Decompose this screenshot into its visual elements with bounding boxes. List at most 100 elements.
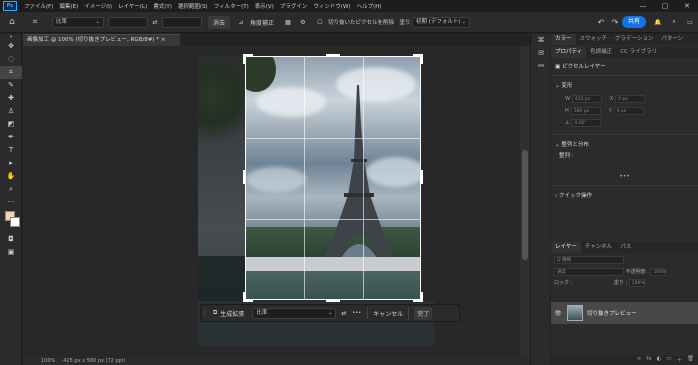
zoom-tool-icon[interactable]: ⌕ xyxy=(0,183,22,196)
tab-paths[interactable]: パス xyxy=(616,242,635,253)
crop-handle-right[interactable] xyxy=(420,170,423,184)
visibility-eye-icon[interactable]: 👁 xyxy=(551,310,565,317)
search-icon[interactable]: ⌕ xyxy=(666,16,682,29)
tab-color[interactable]: カラー xyxy=(551,34,576,45)
crop-handle-bottom[interactable] xyxy=(326,299,340,302)
blend-mode-select[interactable]: 通常 xyxy=(554,268,624,276)
document-tab[interactable]: 画像加工 @ 100% (切り抜きプレビュー, RGB/8#) * × xyxy=(23,34,180,46)
tab-swatches[interactable]: スウォッチ xyxy=(576,34,612,45)
crop-handle-top-left-v[interactable] xyxy=(243,54,246,64)
link-icon[interactable]: ∞ xyxy=(637,356,642,365)
width-field[interactable]: 425 px xyxy=(571,95,602,103)
share-button[interactable]: 共有 xyxy=(621,16,646,28)
menu-type[interactable]: 書式(Y) xyxy=(150,2,175,10)
quick-mask-icon[interactable]: ◘ xyxy=(0,233,22,246)
menu-plugins[interactable]: プラグイン xyxy=(277,2,311,10)
move-tool-icon[interactable]: ✥ xyxy=(0,40,22,53)
fill-field[interactable]: 100% xyxy=(628,279,645,287)
hand-tool-icon[interactable]: ✋ xyxy=(0,170,22,183)
straighten-button[interactable]: 角度補正 xyxy=(248,16,276,29)
straighten-icon[interactable]: ⊿ xyxy=(234,16,248,29)
vertical-scrollbar[interactable] xyxy=(520,46,530,357)
comments-icon[interactable]: ✉ xyxy=(531,47,551,60)
tab-adjustments[interactable]: 色調補正 xyxy=(586,47,616,58)
clear-button[interactable]: 消去 xyxy=(208,15,230,29)
align-more-button[interactable]: ••• xyxy=(551,173,698,180)
swap-icon[interactable]: ⇄ xyxy=(341,310,346,317)
more-options-button[interactable]: ••• xyxy=(352,310,361,316)
crop-preview-image[interactable] xyxy=(245,56,421,300)
menu-edit[interactable]: 編集(E) xyxy=(56,2,81,10)
crop-handle-top[interactable] xyxy=(326,54,340,57)
crop-handle-left[interactable] xyxy=(243,170,246,184)
menu-window[interactable]: ウィンドウ(W) xyxy=(310,2,353,10)
align-heading[interactable]: ⌄ 整列と分布 xyxy=(551,140,698,148)
lasso-tool-icon[interactable]: ◌ xyxy=(0,53,22,66)
width-input[interactable] xyxy=(108,16,148,28)
height-field[interactable]: 580 px xyxy=(570,107,601,115)
crop-handle-bottom-right-v[interactable] xyxy=(420,292,423,302)
crop-handle-top-right-v[interactable] xyxy=(420,54,423,64)
transform-heading[interactable]: ⌄ 変形 xyxy=(551,81,698,89)
screen-mode-icon[interactable]: ▣ xyxy=(0,246,22,259)
brush-settings-icon[interactable]: ⚯ xyxy=(531,60,551,73)
quick-select-icon[interactable]: ✎ xyxy=(0,79,22,92)
menu-image[interactable]: イメージ(I) xyxy=(81,2,115,10)
commit-crop-button[interactable]: 完了 xyxy=(414,306,433,320)
new-layer-icon[interactable]: ＋ xyxy=(677,356,683,365)
ctx-ratio-select[interactable]: 比率 ⌄ xyxy=(252,307,337,319)
bell-icon[interactable]: 🔔 xyxy=(650,16,666,29)
layer-name[interactable]: 切り抜きプレビュー xyxy=(587,309,637,317)
opacity-field[interactable]: 100% xyxy=(650,268,667,276)
pen-tool-icon[interactable]: ✒ xyxy=(0,131,22,144)
layer-kind-filter[interactable]: Q 種類 xyxy=(554,256,624,264)
tab-patterns[interactable]: パターン xyxy=(657,34,687,45)
fill-select[interactable]: 初期 (デフォルト) ⌄ xyxy=(412,16,470,28)
menu-file[interactable]: ファイル(F) xyxy=(21,2,56,10)
y-field[interactable]: 0 px xyxy=(613,107,644,115)
cancel-crop-button[interactable]: キャンセル xyxy=(373,309,403,318)
group-icon[interactable]: ▭ xyxy=(666,356,671,365)
mask-icon[interactable]: ◐ xyxy=(656,356,661,365)
tab-libraries[interactable]: CC ライブラリ xyxy=(616,47,661,58)
crop-tool-icon[interactable]: ⌗ xyxy=(0,66,22,79)
home-icon[interactable]: ⌂ xyxy=(0,16,24,29)
settings-gear-icon[interactable]: ⚙ xyxy=(296,16,310,29)
background-color[interactable] xyxy=(10,217,20,227)
grip-icon[interactable]: ⋮ xyxy=(201,310,209,317)
color-swatches[interactable] xyxy=(0,209,21,233)
eraser-tool-icon[interactable]: ◩ xyxy=(0,118,22,131)
redo-icon[interactable]: ↷ xyxy=(608,16,622,29)
tab-channels[interactable]: チャンネル xyxy=(581,242,616,253)
swap-icon[interactable]: ⇄ xyxy=(148,16,162,29)
delete-cropped-checkbox[interactable]: ☐ xyxy=(316,16,324,29)
fx-icon[interactable]: fx xyxy=(646,356,651,365)
tab-gradients[interactable]: グラデーション xyxy=(611,34,657,45)
trash-icon[interactable]: 🗑 xyxy=(687,356,694,365)
tab-properties[interactable]: プロパティ xyxy=(551,47,587,58)
x-field[interactable]: 0 px xyxy=(615,95,646,103)
menu-layer[interactable]: レイヤー(L) xyxy=(115,2,150,10)
path-select-icon[interactable]: ▸ xyxy=(0,157,22,170)
overlay-grid-icon[interactable]: ▦ xyxy=(280,16,296,29)
scroll-thumb[interactable] xyxy=(522,150,528,260)
tab-layers[interactable]: レイヤー xyxy=(551,242,581,253)
layer-row[interactable]: 👁 切り抜きプレビュー xyxy=(551,302,698,324)
angle-field[interactable]: 0.00° xyxy=(571,119,602,127)
history-icon[interactable]: ⌘ xyxy=(531,34,551,47)
stamp-tool-icon[interactable]: ♙ xyxy=(0,105,22,118)
workspace-icon[interactable]: ▭ xyxy=(682,16,698,29)
menu-filter[interactable]: フィルター(T) xyxy=(211,2,252,10)
generative-fill-button[interactable]: 生成拡張 xyxy=(220,309,244,318)
menu-select[interactable]: 選択範囲(S) xyxy=(175,2,211,10)
maximize-button[interactable]: ▢ xyxy=(654,0,676,12)
type-tool-icon[interactable]: T xyxy=(0,144,22,157)
close-window-button[interactable]: ✕ xyxy=(676,0,698,12)
healing-brush-icon[interactable]: ✚ xyxy=(0,92,22,105)
crop-handle-bottom-left-v[interactable] xyxy=(243,292,246,302)
quick-actions-heading[interactable]: › クイック操作 xyxy=(551,191,698,199)
menu-help[interactable]: ヘルプ(H) xyxy=(354,2,385,10)
minimize-button[interactable]: — xyxy=(632,0,654,12)
ratio-select[interactable]: 比率 ⌄ xyxy=(52,16,104,28)
height-input[interactable] xyxy=(162,16,202,28)
